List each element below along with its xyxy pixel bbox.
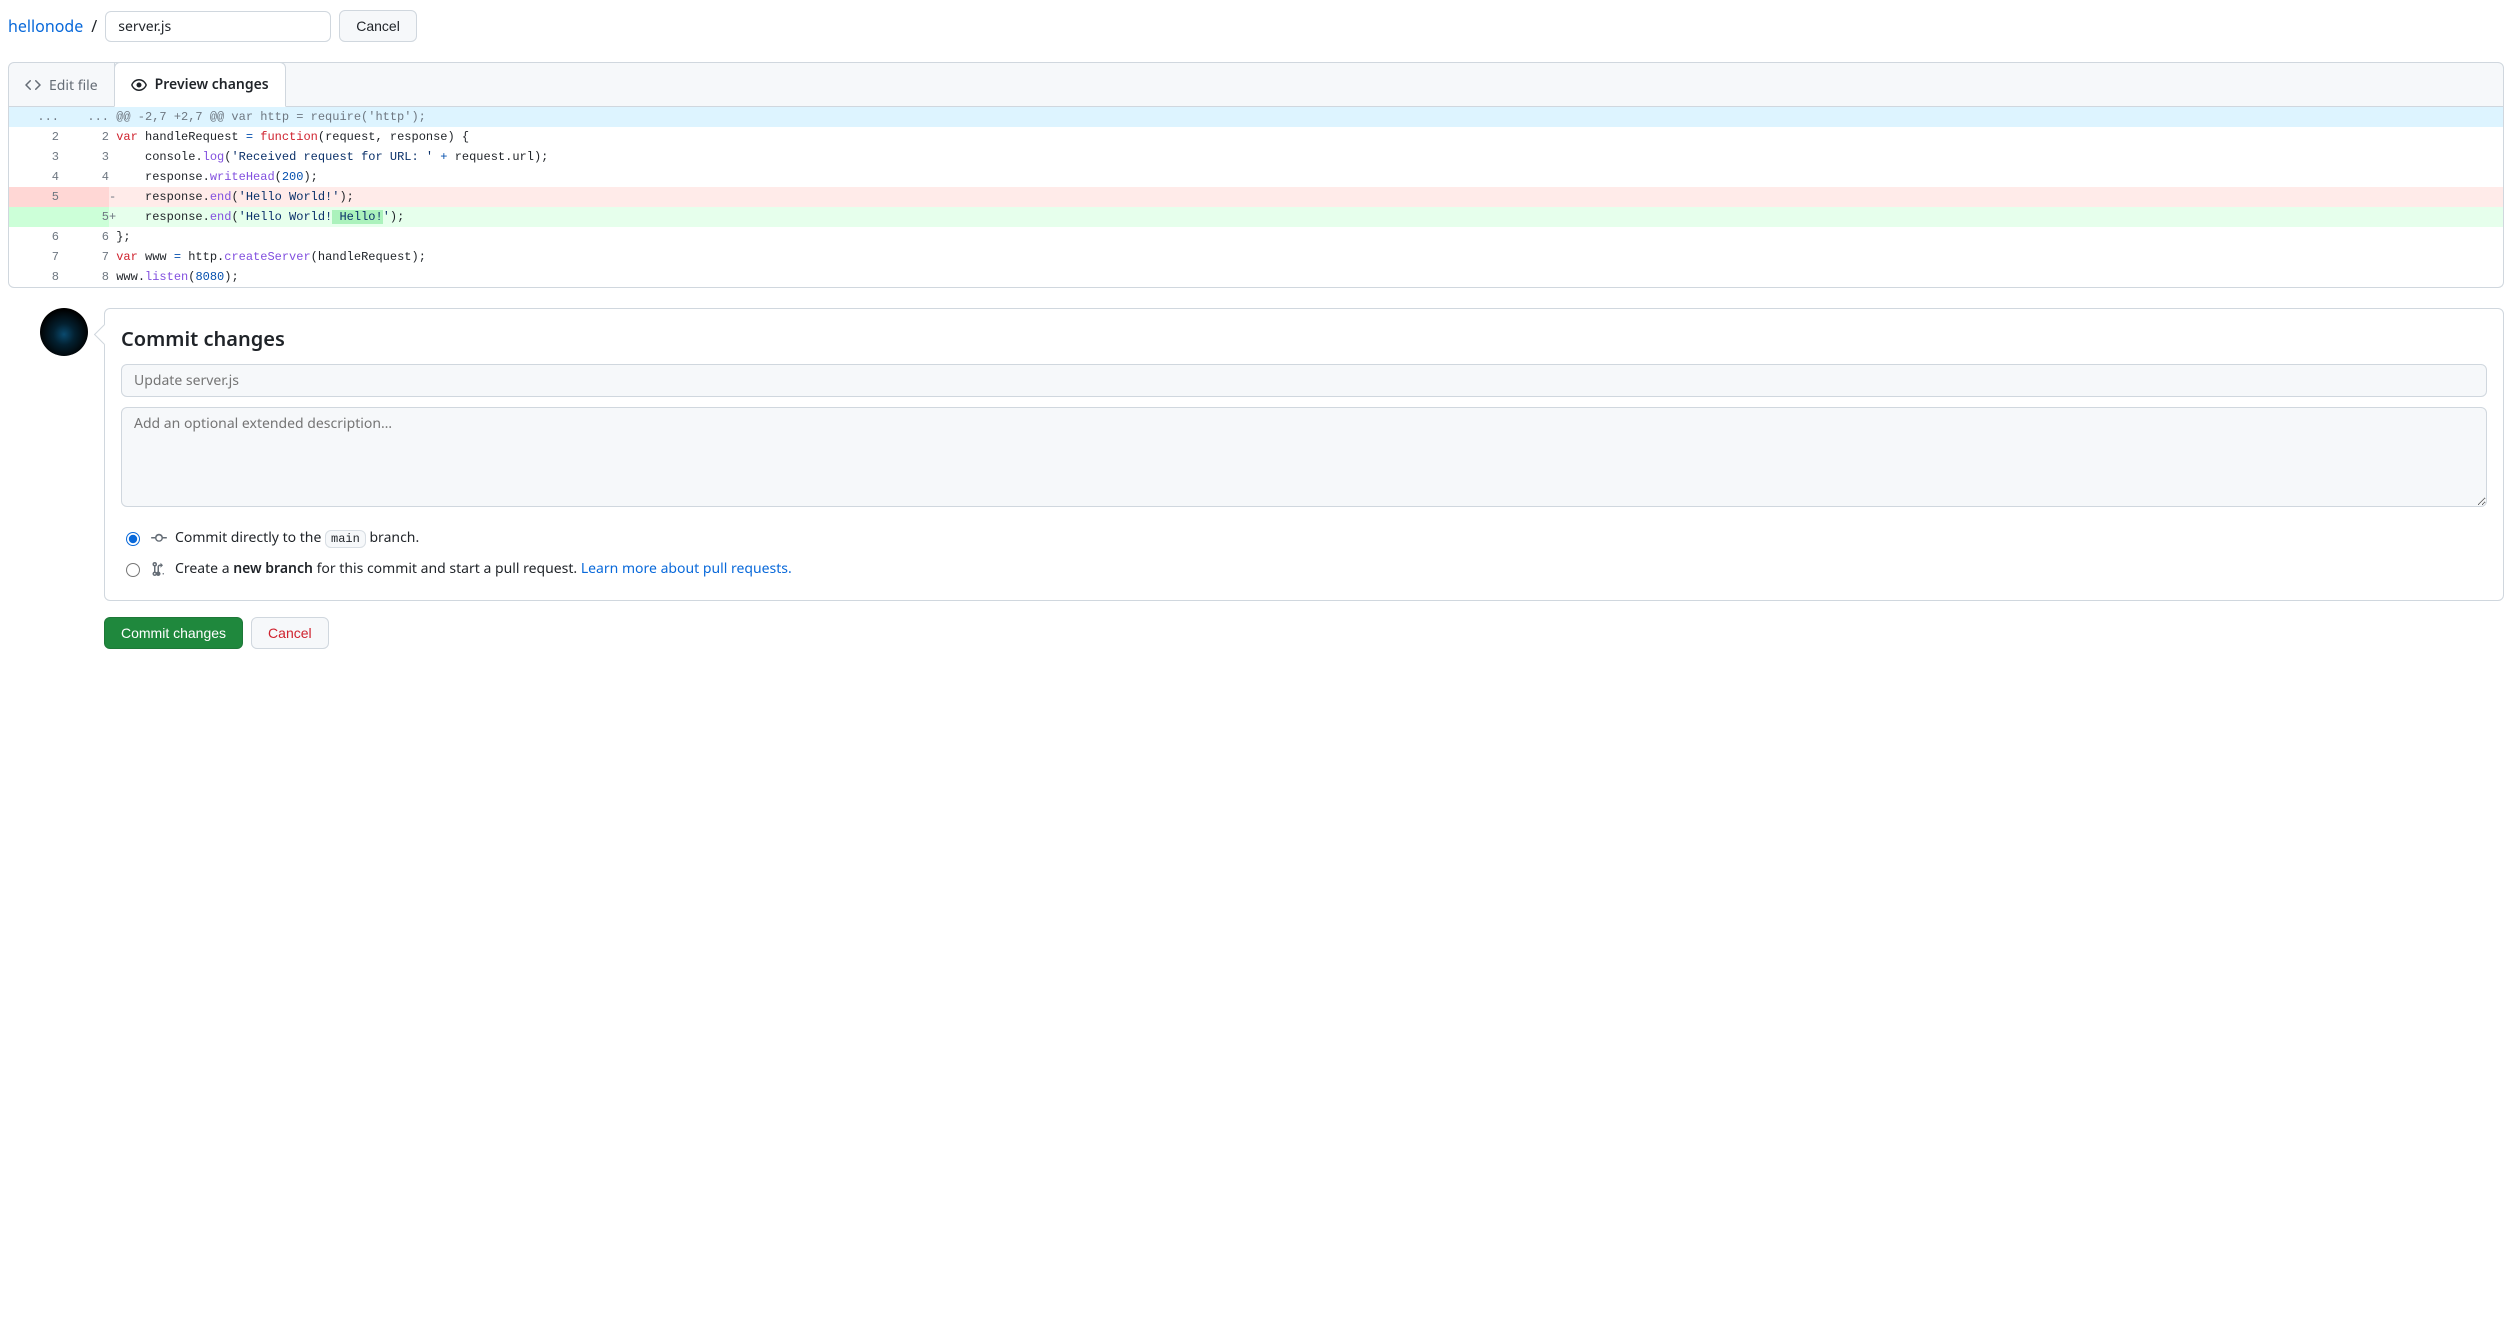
line-number-old[interactable]: 3 xyxy=(9,147,59,167)
tab-bar: Edit file Preview changes xyxy=(8,62,2504,107)
commit-direct-option[interactable]: Commit directly to the main branch. xyxy=(121,522,2487,553)
diff-line: 77 var www = http.createServer(handleRequ… xyxy=(9,247,2503,267)
commit-pr-label: Create a new branch for this commit and … xyxy=(175,559,792,578)
commit-description-textarea[interactable] xyxy=(121,407,2487,507)
line-number-new[interactable]: 8 xyxy=(59,267,109,287)
code-cell: console.log('Received request for URL: '… xyxy=(116,147,2503,167)
commit-cancel-button[interactable]: Cancel xyxy=(251,617,329,649)
diff-marker: - xyxy=(109,187,116,207)
line-number-old[interactable]: 6 xyxy=(9,227,59,247)
cancel-button[interactable]: Cancel xyxy=(339,10,417,42)
code-cell: }; xyxy=(116,227,2503,247)
diff-line: 88 www.listen(8080); xyxy=(9,267,2503,287)
line-number-old[interactable]: 5 xyxy=(9,187,59,207)
line-number-new[interactable]: 6 xyxy=(59,227,109,247)
filename-input[interactable] xyxy=(105,11,331,42)
code-cell: www.listen(8080); xyxy=(116,267,2503,287)
commit-heading: Commit changes xyxy=(121,325,2487,352)
diff-marker xyxy=(109,267,116,287)
radio-commit-pr[interactable] xyxy=(126,563,140,577)
git-pull-request-icon xyxy=(151,561,167,577)
diff-line: 33 console.log('Received request for URL… xyxy=(9,147,2503,167)
commit-submit-button[interactable]: Commit changes xyxy=(104,617,243,649)
diff-hunk-header: ...... @@ -2,7 +2,7 @@ var http = require… xyxy=(9,107,2503,127)
code-cell: var handleRequest = function(request, re… xyxy=(116,127,2503,147)
branch-chip: main xyxy=(325,530,366,548)
line-number-new[interactable] xyxy=(59,187,109,207)
line-number-old[interactable] xyxy=(9,207,59,227)
avatar xyxy=(40,308,88,356)
code-cell: response.end('Hello World!'); xyxy=(116,187,2503,207)
line-number-new[interactable]: 2 xyxy=(59,127,109,147)
commit-form: Commit changes Commit directly to the ma… xyxy=(104,308,2504,601)
hunk-text: @@ -2,7 +2,7 @@ var http = require('http… xyxy=(116,107,2503,127)
diff-line: 66}; xyxy=(9,227,2503,247)
line-number-new[interactable]: 5 xyxy=(59,207,109,227)
tab-label: Edit file xyxy=(49,76,98,95)
eye-icon xyxy=(131,77,147,93)
line-number-new[interactable]: 3 xyxy=(59,147,109,167)
diff-marker xyxy=(109,147,116,167)
line-number-old[interactable]: 7 xyxy=(9,247,59,267)
commit-pr-option[interactable]: Create a new branch for this commit and … xyxy=(121,553,2487,584)
diff-line: 44 response.writeHead(200); xyxy=(9,167,2503,187)
line-number-old[interactable]: 2 xyxy=(9,127,59,147)
code-cell: response.end('Hello World! Hello!'); xyxy=(116,207,2503,227)
git-commit-icon xyxy=(151,530,167,546)
line-number-new[interactable]: 4 xyxy=(59,167,109,187)
line-number-old[interactable]: 4 xyxy=(9,167,59,187)
repo-link[interactable]: hellonode xyxy=(8,15,83,37)
diff-line: 5 - response.end('Hello World!'); xyxy=(9,187,2503,207)
diff-marker xyxy=(109,247,116,267)
diff-marker xyxy=(109,127,116,147)
commit-summary-input[interactable] xyxy=(121,364,2487,397)
line-number-old[interactable]: ... xyxy=(9,107,59,127)
commit-direct-label: Commit directly to the main branch. xyxy=(175,528,419,547)
diff-view: ...... @@ -2,7 +2,7 @@ var http = require… xyxy=(8,107,2504,288)
diff-marker xyxy=(109,167,116,187)
pr-learn-more-link[interactable]: Learn more about pull requests. xyxy=(581,559,792,578)
tab-label: Preview changes xyxy=(155,75,269,94)
line-number-old[interactable]: 8 xyxy=(9,267,59,287)
code-cell: response.writeHead(200); xyxy=(116,167,2503,187)
diff-table: ...... @@ -2,7 +2,7 @@ var http = require… xyxy=(9,107,2503,287)
diff-marker xyxy=(109,227,116,247)
radio-commit-direct[interactable] xyxy=(126,532,140,546)
code-cell: var www = http.createServer(handleReques… xyxy=(116,247,2503,267)
line-number-new[interactable]: ... xyxy=(59,107,109,127)
form-actions: Commit changes Cancel xyxy=(8,617,2504,649)
line-number-new[interactable]: 7 xyxy=(59,247,109,267)
breadcrumb: hellonode / Cancel xyxy=(8,10,2504,42)
tab-edit-file[interactable]: Edit file xyxy=(8,62,115,107)
diff-marker: + xyxy=(109,207,116,227)
tab-preview-changes[interactable]: Preview changes xyxy=(114,62,286,107)
diff-line: 5+ response.end('Hello World! Hello!'); xyxy=(9,207,2503,227)
diff-line: 22 var handleRequest = function(request, … xyxy=(9,127,2503,147)
code-icon xyxy=(25,77,41,93)
breadcrumb-separator: / xyxy=(91,15,97,37)
